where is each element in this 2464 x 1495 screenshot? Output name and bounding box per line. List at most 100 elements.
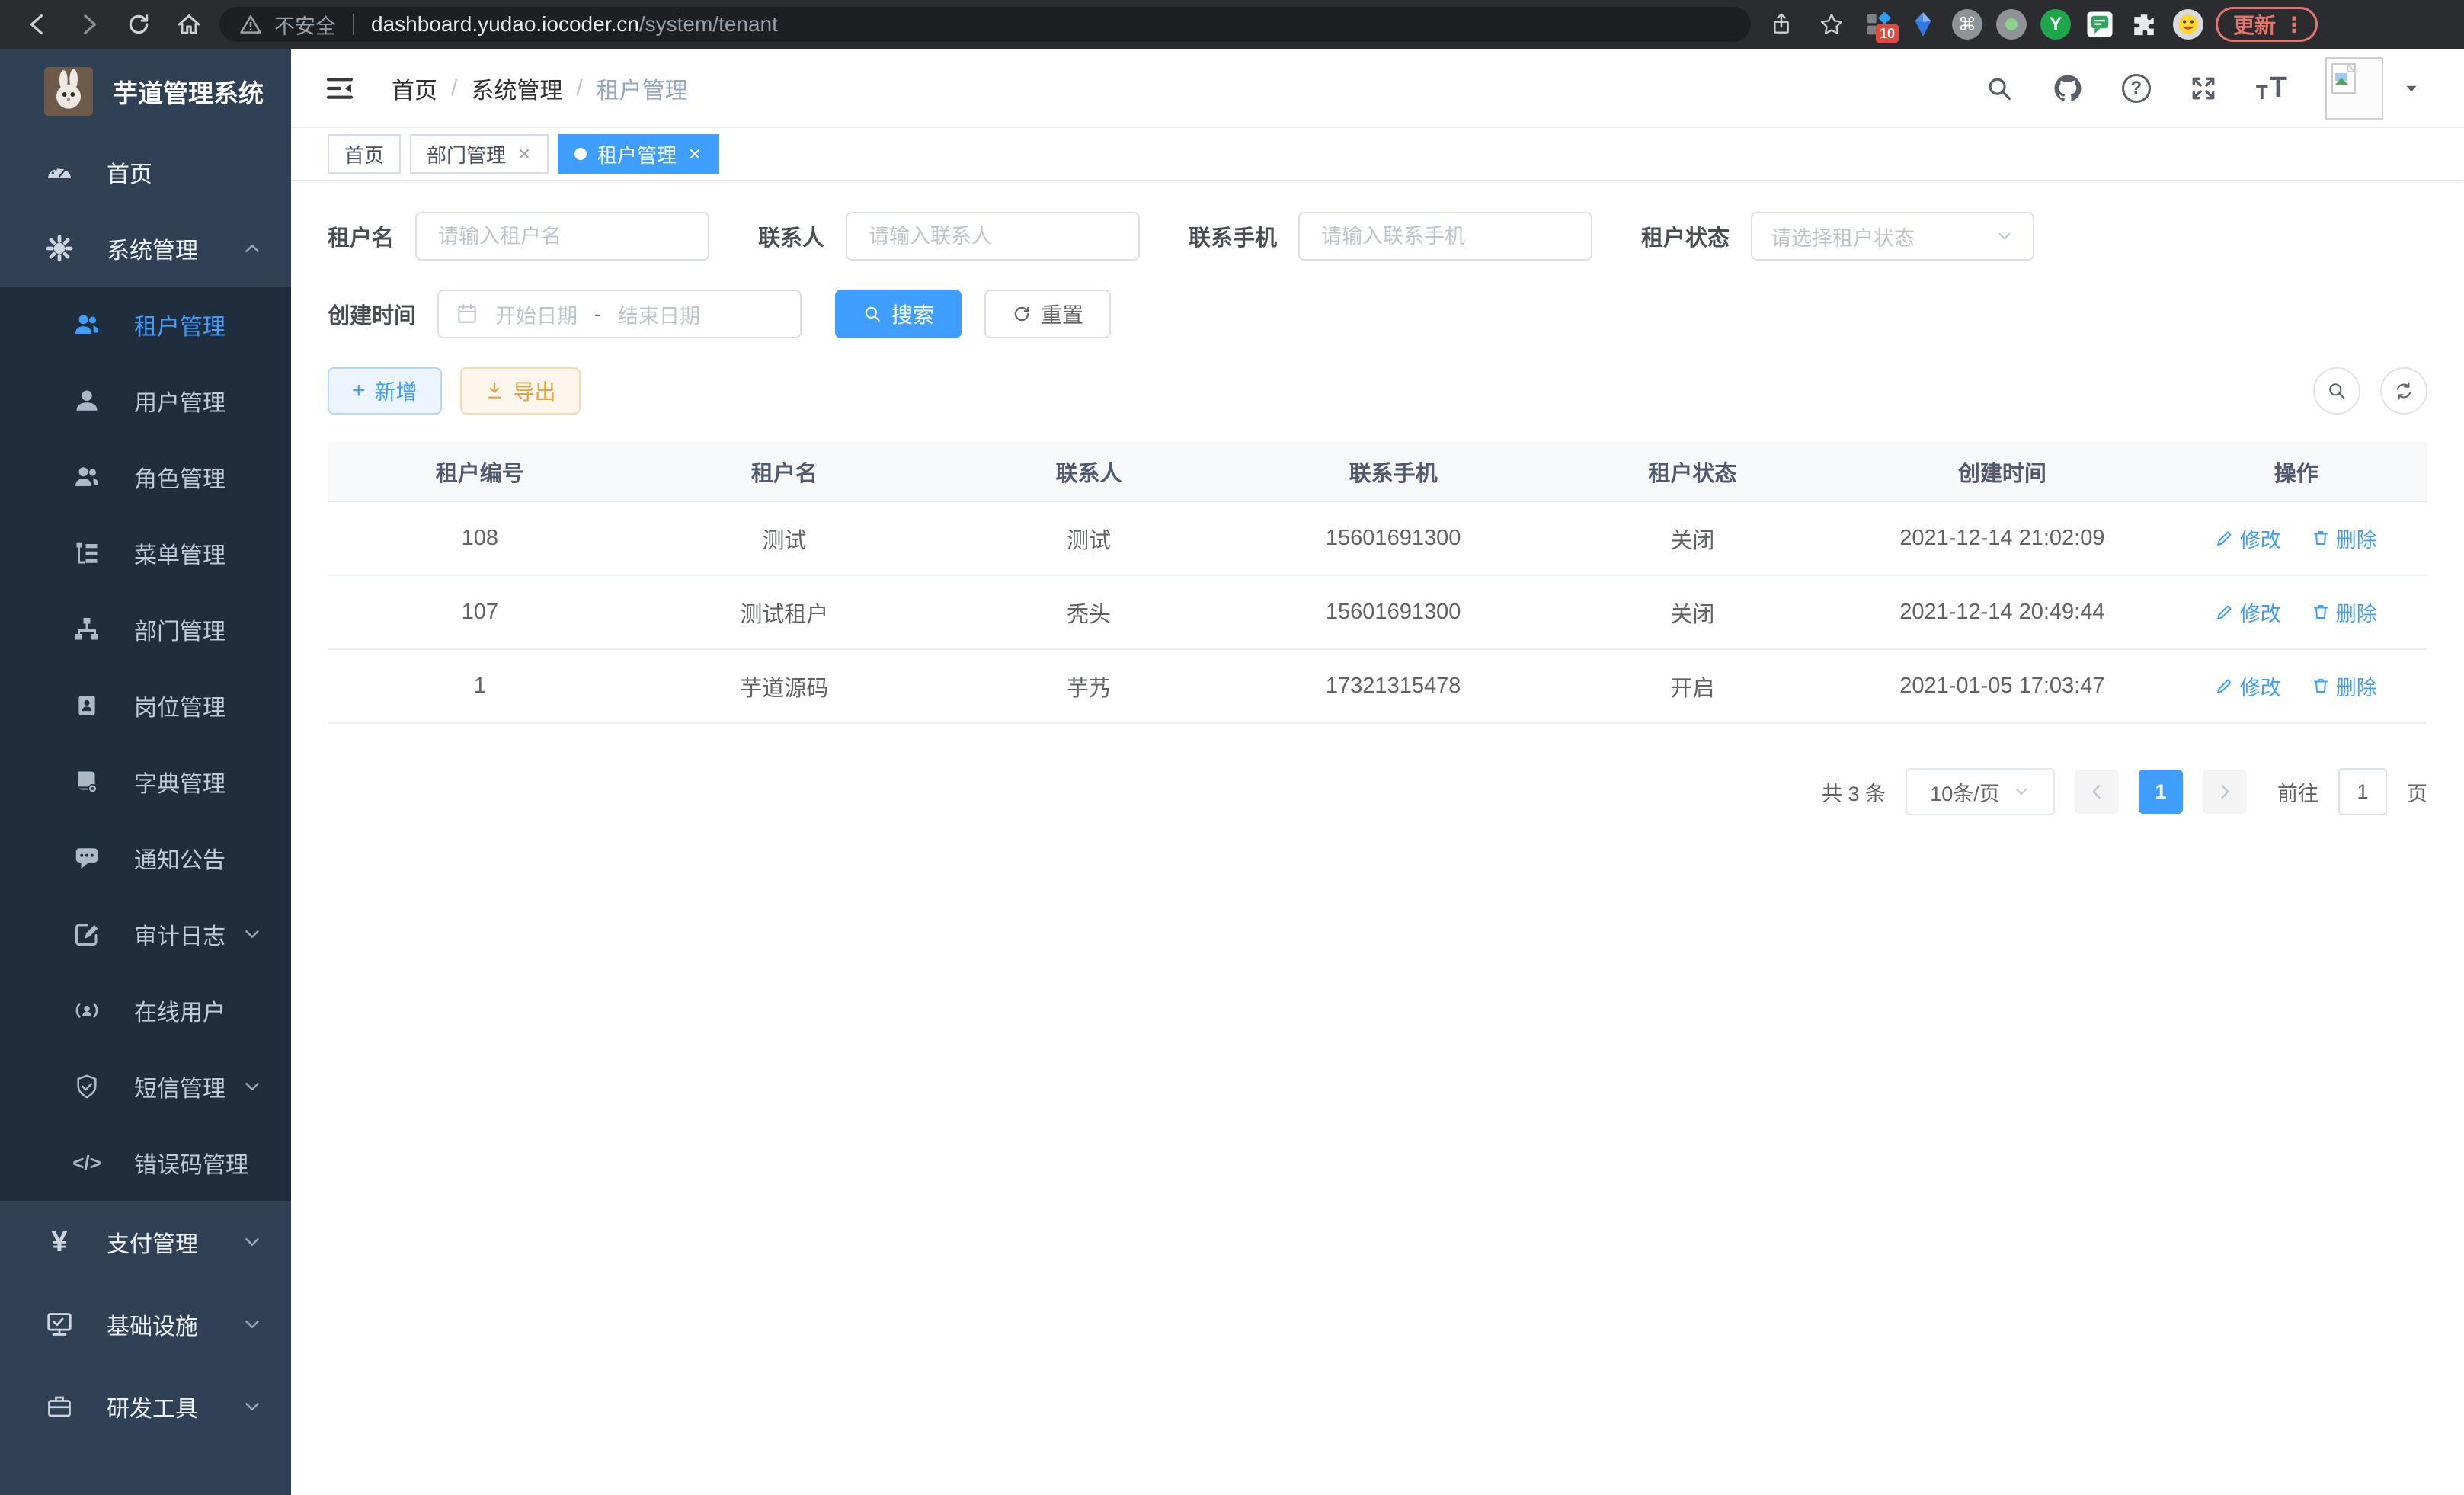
users-icon (72, 311, 102, 338)
search-icon[interactable] (1985, 74, 2014, 103)
app-title: 芋道管理系统 (113, 73, 264, 110)
table-row: 107 测试租户 秃头 15601691300 关闭 2021-12-14 20… (328, 575, 2427, 649)
tree-list-icon (72, 539, 102, 567)
extensions-puzzle-icon[interactable] (2127, 8, 2161, 41)
pagination: 共 3 条 10条/页 1 前往 页 (328, 768, 2427, 815)
search-button[interactable]: 搜索 (835, 290, 962, 338)
fullscreen-icon[interactable] (2189, 74, 2218, 103)
edit-button[interactable]: 修改 (2216, 597, 2281, 627)
chevron-down-icon (241, 1313, 264, 1336)
dashboard-icon (44, 158, 75, 187)
breadcrumb-home[interactable]: 首页 (392, 72, 437, 105)
sidebar-item-audit[interactable]: 审计日志 (0, 896, 291, 972)
refresh-table-button[interactable] (2380, 367, 2427, 415)
chevron-down-icon (241, 1231, 264, 1253)
sidebar-item-infra[interactable]: 基础设施 (0, 1283, 291, 1365)
delete-button[interactable]: 删除 (2312, 523, 2377, 553)
pencil-icon (2216, 677, 2234, 695)
sidebar-item-menu[interactable]: 菜单管理 (0, 515, 291, 591)
green-dot (2005, 18, 2018, 30)
sidebar-item-pay[interactable]: ¥ 支付管理 (0, 1201, 291, 1283)
tenant-name-label: 租户名 (328, 220, 394, 252)
cell-contact: 秃头 (936, 575, 1241, 649)
delete-button[interactable]: 删除 (2312, 597, 2377, 627)
status-select[interactable]: 请选择租户状态 (1751, 212, 2034, 261)
extension-grid-icon[interactable]: 10 (1862, 8, 1896, 41)
bookmark-star-icon[interactable] (1812, 5, 1851, 44)
sidebar-item-online[interactable]: 在线用户 (0, 972, 291, 1048)
profile-avatar-icon[interactable] (2171, 8, 2205, 41)
sidebar-item-label: 系统管理 (107, 232, 198, 265)
forward-icon[interactable] (69, 5, 108, 44)
url-host: dashboard.yudao.iocoder.cn (371, 12, 639, 36)
cell-created: 2021-12-14 20:49:44 (1839, 575, 2165, 649)
delete-button[interactable]: 删除 (2312, 671, 2377, 701)
export-button[interactable]: 导出 (460, 367, 581, 415)
refresh-icon (1012, 304, 1032, 324)
user-avatar[interactable] (2325, 57, 2383, 120)
sidebar-item-tenant[interactable]: 租户管理 (0, 287, 291, 363)
show-search-button[interactable] (2313, 367, 2360, 415)
sidebar-item-sms[interactable]: 短信管理 (0, 1048, 291, 1125)
home-icon[interactable] (169, 5, 209, 44)
contact-input[interactable] (846, 212, 1140, 261)
extension-y-icon[interactable]: Y (2039, 8, 2072, 41)
logo-image (44, 67, 93, 116)
sidebar-item-dept[interactable]: 部门管理 (0, 591, 291, 667)
contact-label: 联系人 (758, 220, 824, 252)
phone-input[interactable] (1298, 212, 1592, 261)
tenant-name-input[interactable] (415, 212, 709, 261)
avatar-caret-icon[interactable] (2402, 78, 2421, 98)
extension-cmd-icon[interactable]: ⌘ (1950, 8, 1984, 41)
close-icon[interactable] (517, 146, 532, 162)
tab-home[interactable]: 首页 (328, 134, 401, 174)
sidebar-item-dict[interactable]: 字典管理 (0, 744, 291, 820)
page-number-button[interactable]: 1 (2139, 770, 2183, 814)
sidebar-item-devtools[interactable]: 研发工具 (0, 1365, 291, 1448)
search-icon (862, 304, 882, 324)
table-row: 108 测试 测试 15601691300 关闭 2021-12-14 21:0… (328, 501, 2427, 575)
next-page-button[interactable] (2203, 770, 2247, 814)
share-icon[interactable] (1762, 5, 1801, 44)
edit-button[interactable]: 修改 (2216, 523, 2281, 553)
extension-kite-icon[interactable] (1906, 8, 1940, 41)
collapse-sidebar-icon[interactable] (325, 73, 355, 104)
chevron-down-icon (241, 1075, 264, 1098)
browser-update-button[interactable]: 更新 ⋮ (2216, 7, 2318, 42)
page-size-select[interactable]: 10条/页 (1906, 768, 2055, 815)
sidebar-item-user[interactable]: 用户管理 (0, 363, 291, 439)
app-logo[interactable]: 芋道管理系统 (0, 49, 291, 134)
goto-label: 前往 (2277, 777, 2318, 807)
add-button[interactable]: + 新增 (328, 367, 442, 415)
table-row: 1 芋道源码 芋艿 17321315478 开启 2021-01-05 17:0… (328, 649, 2427, 723)
extension-record-icon[interactable] (1995, 8, 2028, 41)
sidebar-item-notice[interactable]: 通知公告 (0, 820, 291, 896)
sidebar-item-label: 角色管理 (134, 460, 226, 494)
back-icon[interactable] (18, 5, 58, 44)
url-bar[interactable]: 不安全 dashboard.yudao.iocoder.cn/system/te… (219, 7, 1751, 42)
date-range-picker[interactable]: 开始日期 - 结束日期 (437, 290, 802, 338)
breadcrumb-system[interactable]: 系统管理 (471, 72, 562, 105)
gear-icon (44, 234, 75, 263)
url-path: /system/tenant (639, 12, 778, 36)
sidebar-item-system[interactable]: 系统管理 (0, 210, 291, 287)
font-size-icon[interactable]: TT (2256, 72, 2287, 104)
sidebar-item-errcode[interactable]: </> 错误码管理 (0, 1125, 291, 1201)
help-icon[interactable]: ? (2122, 74, 2151, 103)
sidebar-item-post[interactable]: 岗位管理 (0, 667, 291, 744)
reset-button[interactable]: 重置 (984, 290, 1111, 338)
tab-dept[interactable]: 部门管理 (410, 134, 549, 174)
sidebar-item-home[interactable]: 首页 (0, 134, 291, 210)
prev-page-button[interactable] (2075, 770, 2119, 814)
reload-icon[interactable] (119, 5, 158, 44)
close-icon[interactable] (687, 146, 702, 162)
chevron-down-icon (241, 1395, 264, 1418)
sidebar-item-role[interactable]: 角色管理 (0, 439, 291, 515)
edit-button[interactable]: 修改 (2216, 671, 2281, 701)
goto-page-input[interactable] (2338, 768, 2387, 815)
github-icon[interactable] (2052, 72, 2084, 104)
org-chart-icon (72, 616, 102, 643)
browser-menu-icon[interactable]: ⋮ (2283, 12, 2305, 37)
tab-tenant[interactable]: 租户管理 (558, 134, 719, 174)
extension-chat-icon[interactable] (2083, 8, 2117, 41)
